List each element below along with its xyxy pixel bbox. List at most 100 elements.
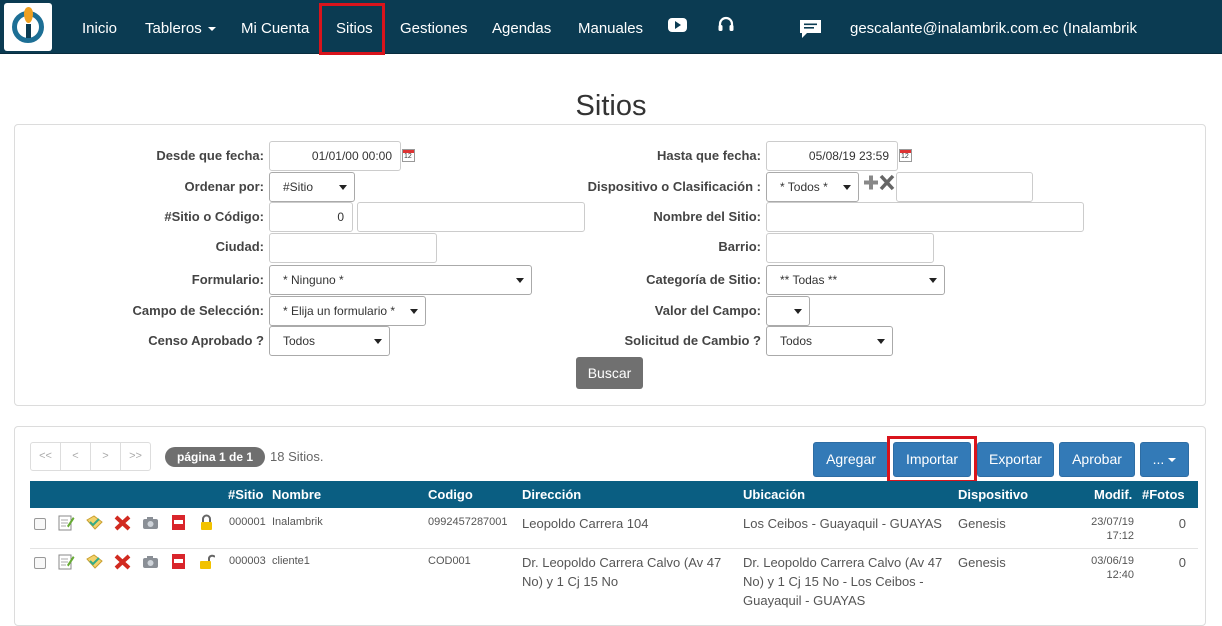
youtube-icon[interactable] — [668, 18, 687, 32]
censo-value: Todos — [283, 334, 316, 348]
camera-icon[interactable] — [142, 553, 159, 570]
ordenar-value: #Sitio — [283, 180, 314, 194]
more-actions-label: ... — [1152, 451, 1165, 467]
sitio-number-input[interactable]: 0 — [269, 202, 353, 232]
cell-codigo: COD001 — [428, 555, 471, 567]
ordenar-label: Ordenar por: — [184, 179, 264, 194]
prev-page-button[interactable]: < — [60, 442, 91, 471]
next-page-button[interactable]: > — [90, 442, 121, 471]
censo-label: Censo Aprobado ? — [148, 333, 264, 348]
delete-icon[interactable] — [114, 553, 131, 570]
dropdown-arrow-icon — [374, 339, 382, 344]
nav-manuales[interactable]: Manuales — [578, 0, 643, 54]
calendar-icon[interactable] — [402, 149, 415, 162]
nav-mi-cuenta[interactable]: Mi Cuenta — [241, 0, 309, 54]
headset-icon[interactable] — [717, 16, 735, 34]
page-indicator: página 1 de 1 — [165, 447, 266, 467]
first-page-button[interactable]: << — [30, 442, 61, 471]
nav-tableros-label: Tableros — [145, 20, 202, 37]
campo-value: * Elija un formulario * — [283, 304, 396, 318]
nav-agendas[interactable]: Agendas — [492, 0, 551, 54]
dropdown-arrow-icon — [516, 278, 524, 283]
app-logo[interactable] — [4, 3, 52, 51]
hasta-label: Hasta que fecha: — [656, 148, 761, 163]
cell-codigo: 0992457287001 — [428, 516, 508, 528]
nav-tableros[interactable]: Tableros — [145, 0, 216, 54]
highlight-import — [887, 436, 977, 483]
cell-modif-time: 17:12 — [1106, 530, 1134, 542]
dropdown-arrow-icon — [794, 309, 802, 314]
cell-direccion: Leopoldo Carrera 104 — [522, 516, 649, 531]
highlight-sitios — [319, 3, 385, 55]
caret-down-icon — [207, 27, 216, 32]
cell-ubicacion: Los Ceibos - Guayaquil - GUAYAS — [743, 516, 942, 531]
campo-label: Campo de Selección: — [132, 303, 264, 318]
pdf-icon[interactable] — [170, 553, 187, 570]
hasta-input[interactable]: 05/08/19 23:59 — [766, 141, 898, 171]
unlock-icon[interactable] — [198, 553, 215, 570]
col-codigo[interactable]: Codigo — [428, 481, 473, 508]
solicitud-select[interactable]: Todos — [766, 326, 893, 356]
export-button[interactable]: Exportar — [977, 442, 1054, 477]
dispositivo-text-input[interactable] — [896, 172, 1033, 202]
nav-gestiones[interactable]: Gestiones — [400, 0, 468, 54]
add-button[interactable]: Agregar — [813, 442, 889, 477]
approve-button[interactable]: Aprobar — [1059, 442, 1135, 477]
cell-nombre[interactable]: cliente1 — [272, 554, 310, 568]
valor-select[interactable] — [766, 296, 810, 326]
lock-icon[interactable] — [198, 514, 215, 531]
delete-icon[interactable] — [114, 514, 131, 531]
col-nombre[interactable]: Nombre — [272, 481, 321, 508]
more-actions-button[interactable]: ... — [1140, 442, 1189, 477]
chat-icon[interactable] — [799, 19, 822, 39]
edit-icon[interactable] — [58, 514, 75, 531]
row-divider — [30, 548, 1198, 549]
col-modif[interactable]: Modif. — [1094, 481, 1132, 508]
codigo-input[interactable] — [357, 202, 585, 232]
dispositivo-select[interactable]: * Todos * — [766, 172, 859, 202]
ordenar-select[interactable]: #Sitio — [269, 172, 355, 202]
desde-input[interactable]: 01/01/00 00:00 — [269, 141, 401, 171]
nombre-input[interactable] — [766, 202, 1084, 232]
barrio-input[interactable] — [766, 233, 934, 263]
col-direccion[interactable]: Dirección — [522, 481, 581, 508]
col-fotos[interactable]: #Fotos — [1142, 481, 1185, 508]
caret-down-icon — [947, 84, 956, 89]
edit-icon[interactable] — [58, 553, 75, 570]
cell-modif-time: 12:40 — [1106, 569, 1134, 581]
dispositivo-label: Dispositivo o Clasificación : — [587, 179, 761, 194]
cell-dispositivo: Genesis — [958, 516, 1006, 531]
categoria-select[interactable]: ** Todas ** — [766, 265, 945, 295]
formulario-select[interactable]: * Ninguno * — [269, 265, 532, 295]
sitio-codigo-label: #Sitio o Código: — [164, 209, 264, 224]
col-dispositivo[interactable]: Dispositivo — [958, 481, 1028, 508]
formulario-value: * Ninguno * — [283, 273, 344, 287]
ciudad-input[interactable] — [269, 233, 437, 263]
calendar-icon[interactable] — [899, 149, 912, 162]
page-title: Sitios — [575, 90, 647, 122]
camera-icon[interactable] — [142, 514, 159, 531]
cell-sitio: 000003 — [229, 555, 266, 567]
cell-modif-date: 03/06/19 — [1091, 555, 1134, 567]
user-menu[interactable]: gescalante@inalambrik.com.ec (Inalambrik… — [850, 0, 1222, 94]
dispositivo-value: * Todos * — [780, 180, 828, 194]
campo-select[interactable]: * Elija un formulario * — [269, 296, 426, 326]
censo-select[interactable]: Todos — [269, 326, 390, 356]
pdf-icon[interactable] — [170, 514, 187, 531]
barrio-label: Barrio: — [718, 239, 761, 254]
col-ubicacion[interactable]: Ubicación — [743, 481, 805, 508]
row-checkbox[interactable] — [34, 557, 46, 569]
add-remove-icons[interactable] — [863, 174, 895, 192]
pagination: << < > >> — [30, 442, 151, 471]
caret-down-icon — [1168, 458, 1177, 463]
nav-inicio[interactable]: Inicio — [82, 0, 117, 54]
approve-icon[interactable] — [86, 553, 103, 570]
last-page-button[interactable]: >> — [120, 442, 151, 471]
cell-nombre[interactable]: Inalambrik — [272, 515, 323, 529]
approve-icon[interactable] — [86, 514, 103, 531]
col-sitio[interactable]: #Sitio — [228, 481, 263, 508]
nombre-label: Nombre del Sitio: — [653, 209, 761, 224]
cell-fotos: 0 — [1178, 555, 1186, 570]
search-button[interactable]: Buscar — [576, 357, 643, 389]
row-checkbox[interactable] — [34, 518, 46, 530]
